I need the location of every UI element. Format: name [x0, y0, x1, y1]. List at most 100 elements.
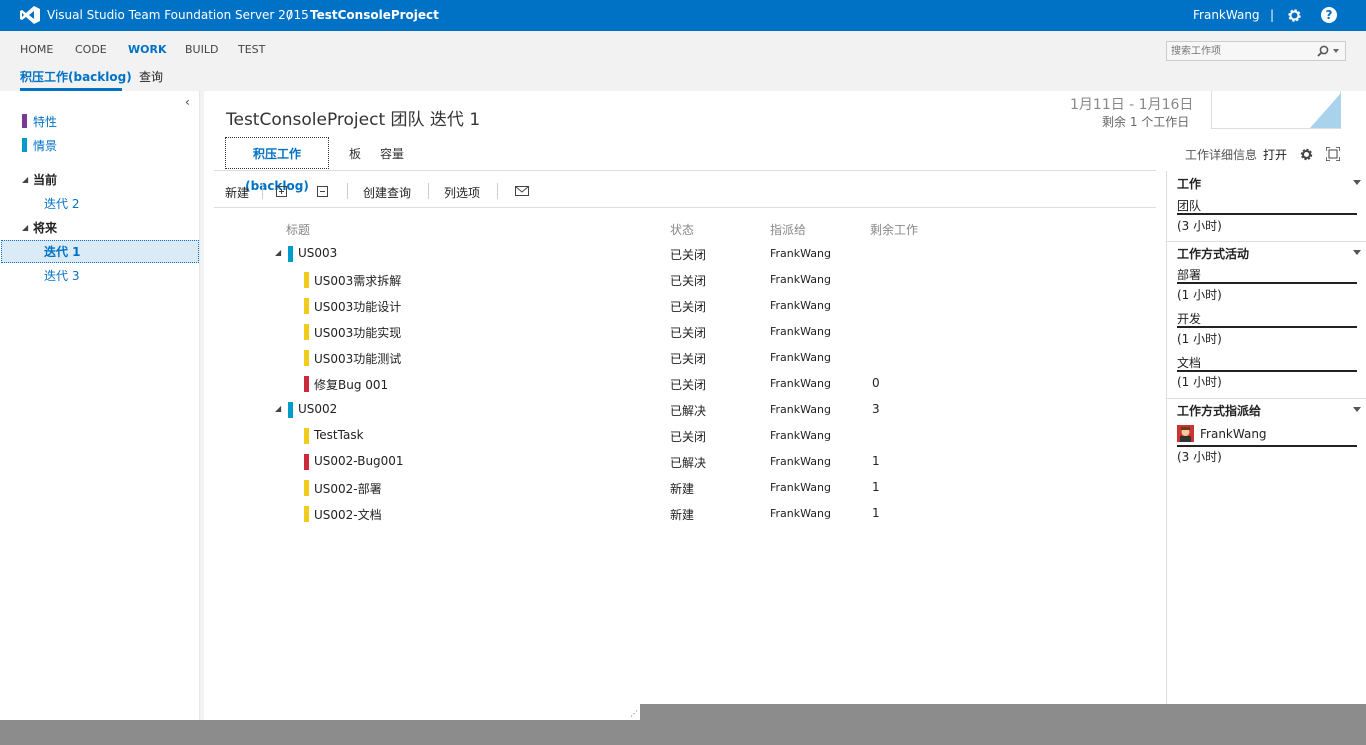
column-header-assigned-to[interactable]: 指派给 [770, 221, 806, 238]
toolbar-separator [497, 183, 498, 199]
subtab-backlog[interactable]: 积压工作(backlog) [20, 68, 132, 85]
work-item-assigned-to: FrankWang [770, 351, 831, 364]
background-area [0, 720, 1366, 745]
settings-gear-icon[interactable] [1286, 7, 1303, 24]
table-row[interactable]: US003功能实现 已关闭 FrankWang [214, 321, 1156, 347]
work-item-state: 已关闭 [670, 326, 707, 340]
hub-test[interactable]: TEST [238, 43, 265, 56]
subtab-queries[interactable]: 查询 [139, 68, 163, 85]
visual-studio-logo-icon[interactable] [20, 6, 40, 24]
toolbar-separator [262, 183, 263, 199]
work-item-title[interactable]: US003功能实现 [314, 324, 401, 341]
work-item-assigned-to: FrankWang [770, 273, 831, 286]
work-item-state: 已解决 [670, 456, 707, 470]
burndown-chart-thumbnail[interactable] [1211, 91, 1341, 129]
work-item-title[interactable]: TestTask [314, 428, 364, 442]
search-dropdown-chevron-icon[interactable] [1333, 49, 1339, 53]
search-input[interactable] [1167, 42, 1307, 60]
work-item-title[interactable]: US002-部署 [314, 480, 382, 497]
new-button[interactable]: 新建 [225, 184, 249, 201]
table-row[interactable]: TestTask 已关闭 FrankWang [214, 425, 1156, 451]
activity-hours: (1 小时) [1177, 375, 1222, 389]
page-title: TestConsoleProject 团队 迭代 1 [226, 110, 481, 130]
view-tab-backlog[interactable]: 积压工作(backlog) [225, 137, 329, 193]
work-item-title[interactable]: US002-Bug001 [314, 454, 404, 468]
table-row[interactable]: US002-部署 新建 FrankWang 1 [214, 477, 1156, 503]
hub-work[interactable]: WORK [128, 43, 166, 56]
future-iterations-heading: 将来 [33, 221, 58, 235]
hub-build[interactable]: BUILD [185, 43, 218, 56]
work-section-title: 工作 [1177, 177, 1202, 191]
settings-gear-icon[interactable] [1299, 147, 1314, 162]
work-item-title[interactable]: US003 [298, 246, 337, 260]
user-name[interactable]: FrankWang [1193, 8, 1260, 22]
work-item-assigned-to: FrankWang [770, 299, 831, 312]
work-item-state: 新建 [670, 508, 695, 522]
work-details-toggle[interactable]: 打开 [1263, 146, 1287, 163]
hub-home[interactable]: HOME [20, 43, 53, 56]
column-options-button[interactable]: 列选项 [444, 184, 480, 201]
table-row[interactable]: ◢ US002 已解决 FrankWang 3 [214, 399, 1156, 425]
email-icon[interactable] [515, 186, 529, 196]
collapse-triangle-icon[interactable] [1353, 250, 1361, 255]
column-header-state[interactable]: 状态 [670, 221, 694, 238]
column-header-remaining-work[interactable]: 剩余工作 [870, 221, 918, 238]
table-row[interactable]: 修复Bug 001 已关闭 FrankWang 0 [214, 373, 1156, 399]
table-row[interactable]: US002-文档 新建 FrankWang 1 [214, 503, 1156, 529]
work-item-title[interactable]: US003需求拆解 [314, 272, 401, 289]
maximize-icon[interactable] [1326, 147, 1340, 161]
table-row[interactable]: US003功能测试 已关闭 FrankWang [214, 347, 1156, 373]
navigation-area: HOME CODE WORK BUILD TEST 积压工作(backlog) … [0, 31, 1366, 91]
work-item-title[interactable]: US002-文档 [314, 506, 382, 523]
help-icon[interactable]: ? [1321, 7, 1337, 23]
project-name[interactable]: TestConsoleProject [310, 8, 439, 22]
view-tab-board[interactable]: 板 [349, 145, 361, 162]
collapse-triangle-icon[interactable] [1353, 180, 1361, 185]
current-expand-triangle-icon[interactable]: ◢ [22, 175, 28, 184]
table-row[interactable]: US002-Bug001 已解决 FrankWang 1 [214, 451, 1156, 477]
activity-capacity-bar [1177, 326, 1357, 328]
work-item-state: 新建 [670, 482, 695, 496]
work-item-state: 已关闭 [670, 352, 707, 366]
expand-all-icon[interactable] [276, 186, 287, 197]
assigned-section-title: 工作方式指派给 [1177, 404, 1262, 418]
work-item-title[interactable]: 修复Bug 001 [314, 376, 388, 393]
resize-grip-icon[interactable]: ⋰ [630, 709, 638, 718]
column-header-title[interactable]: 标题 [286, 221, 310, 238]
create-query-button[interactable]: 创建查询 [363, 184, 411, 201]
backlog-stories[interactable]: 情景 [33, 137, 57, 154]
activity-hours: (1 小时) [1177, 288, 1222, 302]
work-item-title[interactable]: US003功能测试 [314, 350, 401, 367]
view-tab-capacity[interactable]: 容量 [380, 145, 404, 162]
activity-capacity-bar [1177, 282, 1357, 284]
expand-triangle-icon[interactable]: ◢ [275, 248, 281, 257]
iteration-2[interactable]: 迭代 2 [44, 195, 79, 212]
work-item-state: 已关闭 [670, 430, 707, 444]
work-item-title[interactable]: US002 [298, 402, 337, 416]
backlog-features[interactable]: 特性 [33, 113, 57, 130]
future-expand-triangle-icon[interactable]: ◢ [22, 223, 28, 232]
splitter[interactable] [200, 91, 204, 720]
work-details-panel: 工作 团队 (3 小时) 工作方式活动 部署 (1 小时) 开发 (1 小时) … [1166, 171, 1366, 704]
toolbar-separator [428, 183, 429, 199]
iteration-1[interactable]: 迭代 1 [44, 243, 81, 260]
current-iterations-heading: 当前 [33, 173, 58, 187]
feature-color-bar [22, 114, 27, 128]
selected-iteration-highlight [1, 240, 199, 263]
collapse-triangle-icon[interactable] [1353, 407, 1361, 412]
burndown-graph-icon [1310, 93, 1341, 128]
table-row[interactable]: US003功能设计 已关闭 FrankWang [214, 295, 1156, 321]
hub-code[interactable]: CODE [75, 43, 107, 56]
section-divider [1167, 241, 1366, 242]
table-row[interactable]: US003需求拆解 已关闭 FrankWang [214, 269, 1156, 295]
expand-triangle-icon[interactable]: ◢ [275, 404, 281, 413]
search-box [1166, 41, 1346, 61]
table-row[interactable]: ◢ US003 已关闭 FrankWang [214, 243, 1156, 269]
work-item-title[interactable]: US003功能设计 [314, 298, 401, 315]
product-name[interactable]: Visual Studio Team Foundation Server 201… [47, 8, 309, 22]
iteration-3[interactable]: 迭代 3 [44, 267, 79, 284]
work-item-state: 已关闭 [670, 274, 707, 288]
collapse-chevron-left-icon[interactable]: ‹ [185, 95, 190, 109]
collapse-all-icon[interactable] [317, 186, 328, 197]
search-icon[interactable] [1317, 45, 1329, 57]
